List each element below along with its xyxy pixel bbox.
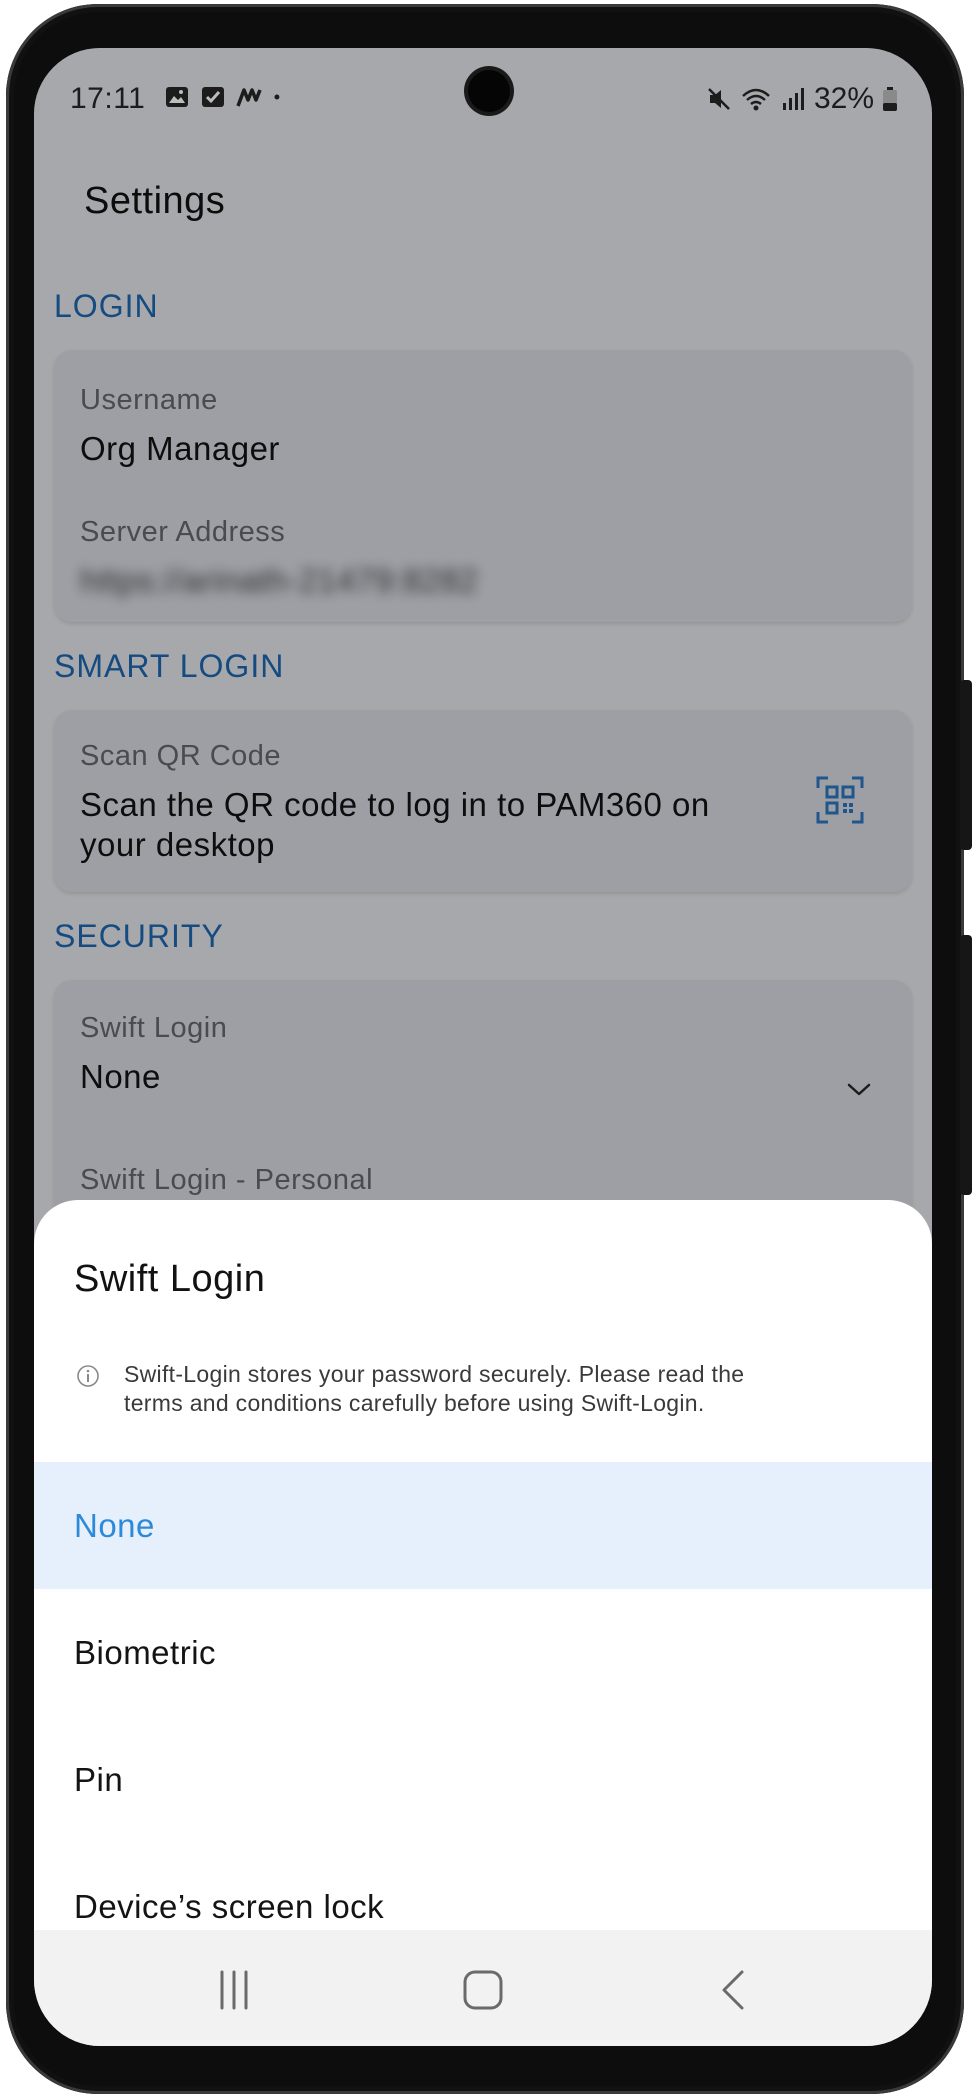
option-pin[interactable]: Pin [34,1716,932,1843]
power-button [960,935,972,1195]
battery-percent: 32% [813,82,874,115]
sheet-info-text: Swift-Login stores your password securel… [124,1360,884,1418]
back-icon[interactable] [712,1968,756,2012]
navigation-bar [34,1930,932,2046]
option-biometric[interactable]: Biometric [34,1589,932,1716]
wifi-icon [742,88,770,111]
app-logo-icon [236,88,262,107]
home-icon[interactable] [461,1968,505,2012]
image-icon [166,87,188,107]
battery-icon [883,87,897,111]
device-screen: Settings LOGIN Username Org Manager Serv… [34,48,932,2046]
info-icon [77,1365,99,1387]
status-system-icons: 32% [706,82,898,116]
signal-icon [782,88,804,110]
checkbox-icon [202,87,224,107]
dot-icon [274,94,280,100]
sheet-info-line1: Swift-Login stores your password securel… [124,1361,745,1387]
status-time: 17:11 [70,82,146,115]
volume-button [960,680,972,850]
option-none[interactable]: None [34,1462,932,1589]
swift-login-sheet: Swift Login Swift-Login stores your pass… [34,1200,932,1930]
sheet-title: Swift Login [74,1258,266,1300]
sheet-info-line2: terms and conditions carefully before us… [124,1390,705,1416]
front-camera [468,70,510,112]
mute-icon [708,88,730,110]
status-bar: 17:11 32% [34,48,932,124]
recent-apps-icon[interactable] [212,1968,256,2012]
option-device-screen-lock[interactable]: Device’s screen lock [34,1843,932,1930]
status-notification-icons [164,84,288,110]
